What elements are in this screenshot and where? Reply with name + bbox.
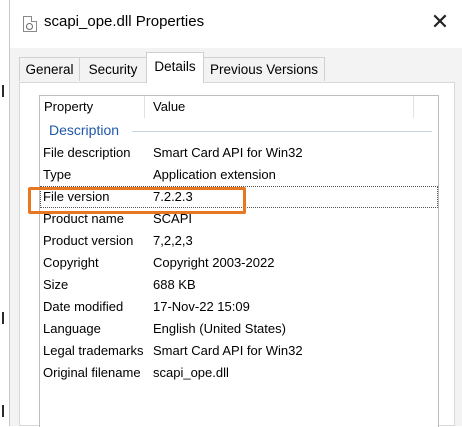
column-divider[interactable] — [413, 96, 414, 118]
annotation-highlight-box — [28, 187, 246, 214]
column-header-property[interactable]: Property — [44, 99, 93, 114]
property-name: File description — [43, 145, 131, 160]
property-value: Copyright 2003-2022 — [153, 255, 275, 270]
column-header-value[interactable]: Value — [153, 99, 185, 114]
property-value: 7,2,2,3 — [153, 233, 193, 248]
list-header: Property Value — [40, 96, 438, 118]
tab-security[interactable]: Security — [79, 57, 147, 81]
property-value: scapi_ope.dll — [153, 365, 229, 380]
property-name: Original filename — [43, 365, 141, 380]
property-name: Type — [43, 167, 72, 182]
group-divider — [132, 131, 432, 132]
property-value: 688 KB — [153, 277, 196, 292]
window-title: scapi_ope.dll Properties — [44, 13, 205, 30]
list-item-size[interactable]: Size 688 KB — [40, 274, 438, 296]
list-item-language[interactable]: Language English (United States) — [40, 318, 438, 340]
property-name: Size — [43, 277, 69, 292]
property-name: Copyright — [43, 255, 99, 270]
title-bar: scapi_ope.dll Properties ✕ — [10, 0, 462, 48]
property-name: Product version — [43, 233, 134, 248]
property-value: 17-Nov-22 15:09 — [153, 299, 250, 314]
property-value: Application extension — [153, 167, 276, 182]
list-item-legal-trademarks[interactable]: Legal trademarks Smart Card API for Win3… — [40, 340, 438, 362]
list-item-copyright[interactable]: Copyright Copyright 2003-2022 — [40, 252, 438, 274]
dll-file-icon — [23, 16, 37, 32]
list-item-type[interactable]: Type Application extension — [40, 164, 438, 186]
details-list[interactable]: Property Value Description File descript… — [39, 95, 439, 427]
tab-general[interactable]: General — [19, 57, 80, 81]
close-button[interactable]: ✕ — [417, 8, 462, 38]
list-item-product-version[interactable]: Product version 7,2,2,3 — [40, 230, 438, 252]
list-item-file-description[interactable]: File description Smart Card API for Win3… — [40, 142, 438, 164]
tab-strip: General Security Details Previous Versio… — [10, 52, 462, 83]
list-item-date-modified[interactable]: Date modified 17-Nov-22 15:09 — [40, 296, 438, 318]
property-name: Date modified — [43, 299, 124, 314]
details-panel: Property Value Description File descript… — [19, 82, 455, 427]
background-window-edge — [0, 0, 9, 426]
list-item-original-filename[interactable]: Original filename scapi_ope.dll — [40, 362, 438, 384]
property-value: Smart Card API for Win32 — [153, 343, 303, 358]
property-value: English (United States) — [153, 321, 286, 336]
property-value: Smart Card API for Win32 — [153, 145, 303, 160]
tab-details[interactable]: Details — [146, 52, 204, 83]
group-label-description: Description — [49, 122, 120, 138]
tab-previous-versions[interactable]: Previous Versions — [203, 57, 325, 81]
property-name: Legal trademarks — [43, 343, 144, 358]
property-name: Language — [43, 321, 101, 336]
column-divider[interactable] — [144, 96, 145, 118]
